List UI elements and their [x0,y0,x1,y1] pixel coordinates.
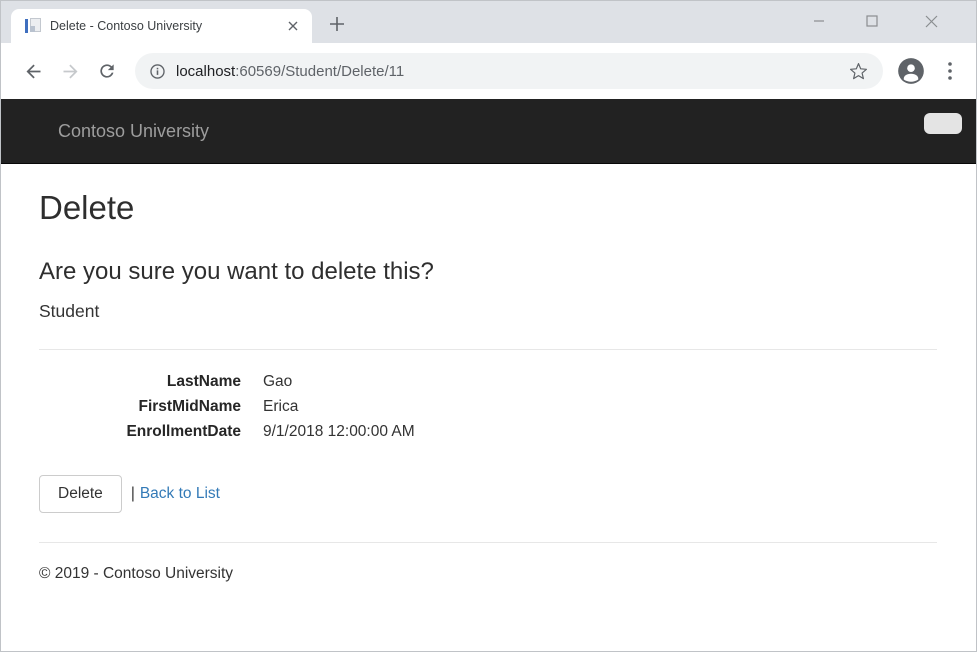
window-controls [796,1,976,41]
navbar-toggle-button[interactable] [924,113,962,134]
field-label: EnrollmentDate [39,419,241,444]
minimize-icon [813,15,825,27]
site-navbar: Contoso University [1,99,976,164]
back-arrow-icon [23,61,44,82]
navbar-brand-link[interactable]: Contoso University [58,121,209,142]
reload-icon [97,61,117,81]
forward-button[interactable] [53,54,87,88]
action-row: Delete | Back to List [39,475,937,513]
new-tab-button[interactable] [323,10,351,38]
field-row: FirstMidName Erica [39,394,937,419]
address-bar[interactable]: localhost:60569/Student/Delete/11 [135,53,883,89]
forward-arrow-icon [60,61,81,82]
confirm-question: Are you sure you want to delete this? [39,258,937,286]
plus-icon [330,17,344,31]
avatar-icon [897,57,925,85]
browser-toolbar: localhost:60569/Student/Delete/11 [1,43,976,99]
footer-text: © 2019 - Contoso University [39,565,937,583]
maximize-icon [866,15,878,27]
window-close-icon [925,15,938,28]
browser-menu-button[interactable] [936,57,964,85]
star-icon [849,62,868,81]
three-dots-icon [948,62,952,80]
site-info-button[interactable] [149,63,166,80]
window-close-button[interactable] [916,6,946,36]
field-row: LastName Gao [39,369,937,394]
profile-button[interactable] [896,56,926,86]
tab-strip: Delete - Contoso University [1,1,976,43]
tab-close-icon[interactable] [284,17,302,35]
reload-button[interactable] [90,54,124,88]
tab-title: Delete - Contoso University [50,19,284,33]
action-separator: | [131,485,135,503]
field-row: EnrollmentDate 9/1/2018 12:00:00 AM [39,419,937,444]
divider-top [39,349,937,350]
field-value: Gao [263,369,292,394]
minimize-button[interactable] [804,6,834,36]
url-text[interactable]: localhost:60569/Student/Delete/11 [176,63,845,80]
page-content: Delete Are you sure you want to delete t… [1,189,976,583]
entity-heading: Student [39,301,937,322]
details-list: LastName Gao FirstMidName Erica Enrollme… [39,369,937,444]
delete-button[interactable]: Delete [39,475,122,513]
divider-bottom [39,542,937,543]
back-button[interactable] [16,54,50,88]
back-to-list-link[interactable]: Back to List [140,485,220,503]
field-value: Erica [263,394,298,419]
site-favicon-icon [25,18,41,34]
page-title: Delete [39,189,937,227]
field-value: 9/1/2018 12:00:00 AM [263,419,415,444]
bookmark-star-button[interactable] [845,58,871,84]
maximize-button[interactable] [857,6,887,36]
browser-tab[interactable]: Delete - Contoso University [11,9,312,43]
url-host: localhost [176,63,235,80]
field-label: FirstMidName [39,394,241,419]
url-path: :60569/Student/Delete/11 [235,63,404,80]
browser-window: Delete - Contoso University [0,0,977,652]
field-label: LastName [39,369,241,394]
